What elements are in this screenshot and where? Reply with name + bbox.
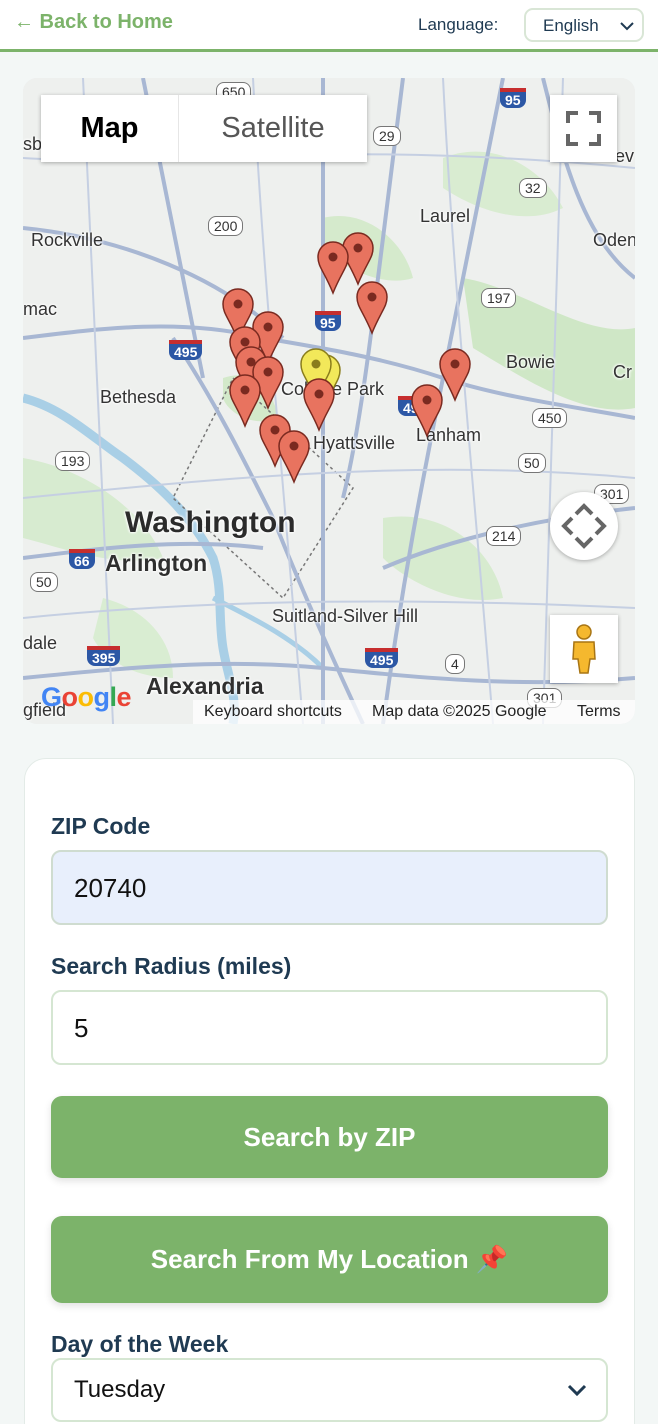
search-from-my-location-button[interactable]: Search From My Location 📌 (51, 1216, 608, 1303)
camera-control-button[interactable] (550, 492, 618, 560)
map-type-control: Map Satellite (41, 95, 367, 162)
back-to-home-link[interactable]: ← Back to Home (14, 11, 173, 34)
marker-red[interactable] (278, 430, 310, 483)
chevron-down-icon (567, 1384, 587, 1397)
marker-red[interactable] (356, 281, 388, 334)
fullscreen-button[interactable] (550, 95, 617, 162)
fullscreen-icon (566, 111, 601, 146)
map-view[interactable]: Washington Arlington Alexandria Bethesda… (23, 78, 635, 724)
google-logo: Google (41, 682, 132, 712)
language-label: Language: (418, 15, 499, 34)
zip-code-label: ZIP Code (51, 813, 151, 839)
top-bar: ← Back to Home Language: English (0, 0, 658, 52)
language-select-value: English (543, 16, 599, 35)
marker-red[interactable] (229, 374, 261, 427)
pegman-icon (572, 624, 596, 674)
markers-layer (222, 232, 471, 483)
map-type-satellite-button[interactable]: Satellite (179, 95, 367, 162)
day-of-week-label: Day of the Week (51, 1331, 229, 1357)
chevron-down-icon (620, 22, 634, 31)
keyboard-shortcuts-link[interactable]: Keyboard shortcuts (204, 703, 342, 721)
street-view-pegman-button[interactable] (550, 615, 618, 683)
map-type-map-button[interactable]: Map (41, 95, 179, 162)
day-of-week-select[interactable]: Tuesday (51, 1358, 608, 1422)
marker-red[interactable] (317, 241, 349, 294)
zip-code-input[interactable]: 20740 (51, 850, 608, 925)
map-attribution-bar: Keyboard shortcuts Map data ©2025 Google… (193, 700, 635, 724)
marker-red[interactable] (303, 378, 335, 431)
search-by-zip-button[interactable]: Search by ZIP (51, 1096, 608, 1178)
search-radius-label: Search Radius (miles) (51, 953, 292, 979)
map-data-text: Map data ©2025 Google (372, 703, 547, 720)
search-radius-input[interactable]: 5 (51, 990, 608, 1065)
day-of-week-value: Tuesday (74, 1376, 166, 1403)
language-select[interactable]: English (524, 8, 644, 42)
marker-red[interactable] (411, 384, 443, 437)
pan-arrows-icon (561, 503, 607, 549)
marker-red[interactable] (439, 348, 471, 401)
terms-link[interactable]: Terms (577, 703, 621, 721)
